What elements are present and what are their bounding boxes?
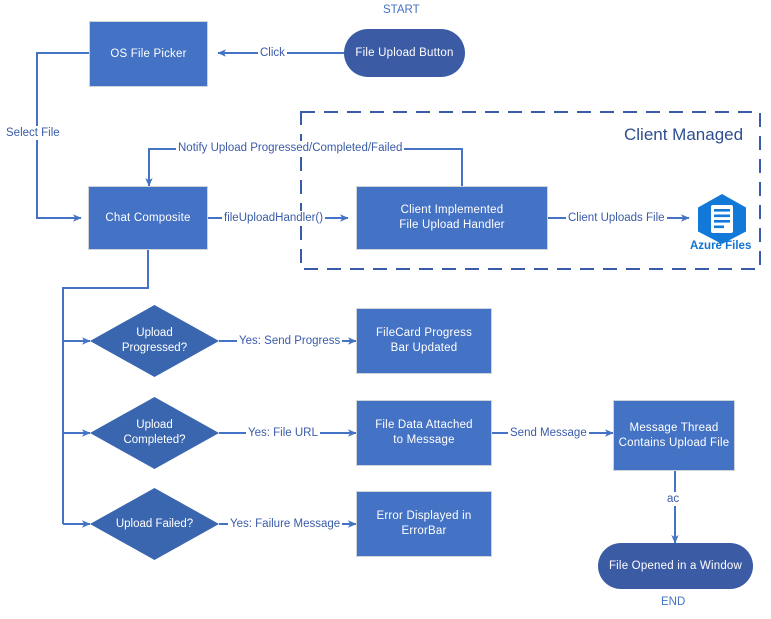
- edge-label-yes-send-progress: Yes: Send Progress: [237, 334, 343, 348]
- node-label-filedata-line1: File Data Attached: [375, 419, 473, 431]
- node-label-file-opened: File Opened in a Window: [608, 559, 743, 572]
- node-label-filecard-line1: FileCard Progress: [375, 327, 473, 339]
- edge-label-client-uploads-file: Client Uploads File: [566, 211, 667, 225]
- edge-label-ac: ac: [665, 492, 682, 506]
- flowchart-canvas: START File Upload Button OS File Picker …: [0, 0, 771, 619]
- edge-label-file-upload-handler: fileUploadHandler(): [222, 211, 326, 225]
- node-label-error-line1: Error Displayed in: [376, 510, 472, 522]
- node-chat-composite[interactable]: Chat Composite: [88, 186, 208, 250]
- node-client-implemented-file-upload-handler[interactable]: Client Implemented File Upload Handler: [356, 186, 548, 250]
- diamond-shape-progressed: [90, 305, 219, 377]
- edge-label-yes-failure-message: Yes: Failure Message: [228, 517, 343, 531]
- node-label-client-handler-line2: File Upload Handler: [399, 219, 505, 231]
- node-upload-completed[interactable]: Upload Completed?: [90, 397, 219, 469]
- node-label-filecard-line2: Bar Updated: [390, 342, 458, 354]
- end-label: END: [661, 596, 686, 608]
- node-upload-progressed[interactable]: Upload Progressed?: [90, 305, 219, 377]
- node-label-file-upload-button: File Upload Button: [355, 46, 454, 59]
- node-error-displayed-in-errorbar[interactable]: Error Displayed in ErrorBar: [356, 491, 492, 557]
- node-file-opened-in-a-window[interactable]: File Opened in a Window: [598, 543, 753, 589]
- edge-label-notify: Notify Upload Progressed/Completed/Faile…: [176, 141, 405, 155]
- node-label-error-line2: ErrorBar: [401, 525, 447, 537]
- node-label-client-handler-line1: Client Implemented: [400, 204, 504, 216]
- client-managed-group-title: Client Managed: [624, 125, 744, 144]
- edge-composite-spine: [62, 250, 149, 524]
- azure-files-icon[interactable]: [695, 193, 749, 245]
- edge-label-yes-file-url: Yes: File URL: [246, 426, 320, 440]
- node-file-data-attached-to-message[interactable]: File Data Attached to Message: [356, 400, 492, 466]
- start-label: START: [383, 4, 420, 16]
- node-label-thread-line2: Contains Upload File: [618, 436, 730, 449]
- azure-files-hexagon-icon: [698, 194, 746, 244]
- node-file-upload-button[interactable]: File Upload Button: [344, 29, 465, 77]
- node-upload-failed[interactable]: Upload Failed?: [90, 488, 219, 560]
- node-message-thread-contains-upload-file[interactable]: Message Thread Contains Upload File: [613, 400, 735, 471]
- edge-label-send-message: Send Message: [508, 426, 589, 440]
- azure-files-label: Azure Files: [690, 240, 752, 252]
- node-label-thread-line1: Message Thread: [629, 421, 719, 434]
- node-filecard-progress-bar-updated[interactable]: FileCard Progress Bar Updated: [356, 308, 492, 374]
- edge-label-select-file: Select File: [4, 126, 62, 140]
- diamond-shape-completed: [90, 397, 219, 469]
- node-os-file-picker[interactable]: OS File Picker: [89, 21, 208, 87]
- node-label-filedata-line2: to Message: [393, 434, 455, 446]
- node-label-os-file-picker: OS File Picker: [110, 47, 187, 60]
- edge-label-click: Click: [258, 46, 287, 60]
- diamond-shape-failed: [90, 488, 219, 560]
- node-label-chat-composite: Chat Composite: [105, 211, 191, 224]
